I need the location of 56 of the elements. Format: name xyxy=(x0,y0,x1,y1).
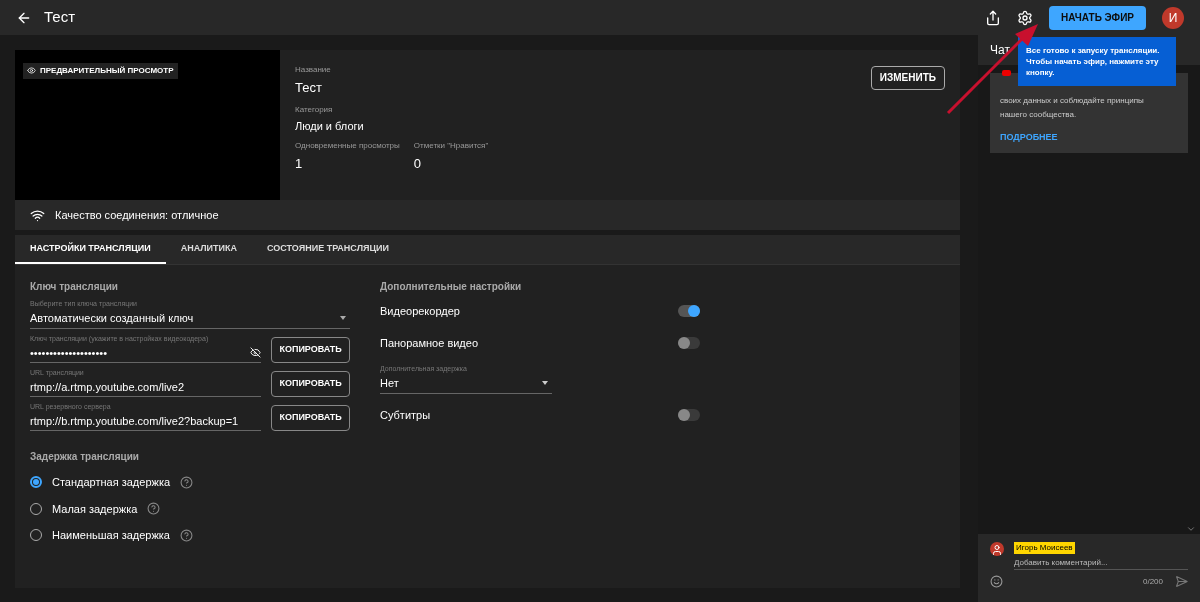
stat-label: Одновременные просмотры xyxy=(295,140,400,152)
tab[interactable]: АНАЛИТИКА xyxy=(165,235,252,264)
stat-label: Отметки "Нравится" xyxy=(413,140,489,152)
share-icon[interactable] xyxy=(985,9,1002,26)
page-title: Тест xyxy=(44,7,76,28)
radio-label: Стандартная задержка xyxy=(52,475,171,490)
field-value: Люди и блоги xyxy=(295,118,365,134)
help-icon[interactable] xyxy=(147,502,161,516)
field-label: Название xyxy=(295,64,332,76)
section-heading: Дополнительные настройки xyxy=(380,280,523,294)
char-counter: 0/200 xyxy=(1142,575,1163,588)
help-icon[interactable] xyxy=(180,528,193,542)
edit-button[interactable]: ИЗМЕНИТЬ xyxy=(870,65,945,90)
emoji-icon[interactable] xyxy=(990,575,1003,588)
eye-icon xyxy=(27,66,36,75)
notice-text: нашего сообщества. xyxy=(1000,109,1078,121)
copy-button[interactable]: КОПИРОВАТЬ xyxy=(271,371,350,397)
tooltip-text: Все готово к запуску трансляции. Чтобы начать эфир, нажмите эту кнопку. xyxy=(1026,45,1161,78)
toggle-switch[interactable] xyxy=(678,337,700,349)
tab[interactable]: НАСТРОЙКИ ТРАНСЛЯЦИИ xyxy=(15,235,166,264)
preview-badge: ПРЕДВАРИТЕЛЬНЫЙ ПРОСМОТР xyxy=(23,62,178,79)
toggle-switch[interactable] xyxy=(678,305,700,317)
copy-button[interactable]: КОПИРОВАТЬ xyxy=(271,405,350,431)
chevron-down-icon[interactable] xyxy=(1186,524,1196,534)
dropdown-icon xyxy=(542,380,548,385)
visibility-off-icon[interactable] xyxy=(250,347,262,359)
setting-label: Видеорекордер xyxy=(380,303,460,319)
user-avatar xyxy=(990,542,1004,556)
tab[interactable]: СОСТОЯНИЕ ТРАНСЛЯЦИИ xyxy=(252,235,404,264)
section-heading: Ключ трансляции xyxy=(30,280,119,294)
more-link[interactable]: ПОДРОБНЕЕ xyxy=(1000,131,1178,145)
toggle-switch[interactable] xyxy=(678,409,700,421)
notice-text: своих данных и соблюдайте принципы xyxy=(1000,95,1145,107)
avatar[interactable]: И xyxy=(1162,6,1184,29)
dropdown-icon xyxy=(340,315,346,320)
section-heading: Задержка трансляции xyxy=(30,450,140,464)
radio-button[interactable] xyxy=(30,476,42,489)
copy-button[interactable]: КОПИРОВАТЬ xyxy=(271,337,350,363)
setting-label: Панорамное видео xyxy=(380,335,479,351)
radio-label: Малая задержка xyxy=(52,501,138,517)
user-name: Игорь Моисеев xyxy=(1014,542,1075,554)
field-label: Категория xyxy=(295,103,334,116)
help-icon[interactable] xyxy=(180,475,194,489)
youtube-icon xyxy=(1002,70,1011,76)
signal-icon xyxy=(30,207,45,223)
field-value: Тест xyxy=(295,79,323,97)
chat-title: Чат xyxy=(990,42,1010,59)
stat-value: 0 xyxy=(413,155,423,173)
send-icon[interactable] xyxy=(1175,575,1188,588)
setting-label: Субтитры xyxy=(380,407,431,423)
radio-label: Наименьшая задержка xyxy=(52,528,170,543)
connection-text: Качество соединения: отличное xyxy=(55,207,219,223)
comment-input[interactable]: Добавить комментарий... xyxy=(1014,557,1188,570)
start-stream-button[interactable]: НАЧАТЬ ЭФИР xyxy=(1049,5,1146,30)
settings-icon[interactable] xyxy=(1017,9,1034,26)
stat-value: 1 xyxy=(295,155,304,173)
